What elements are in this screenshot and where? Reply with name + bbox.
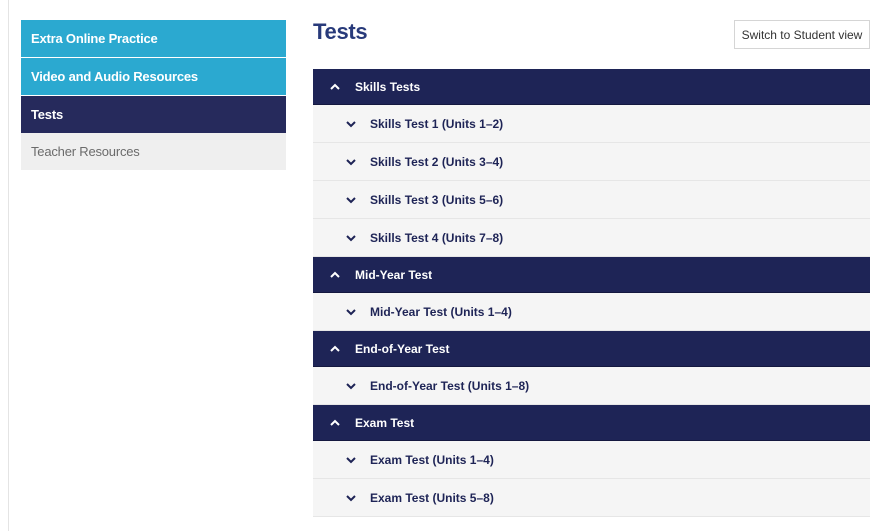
section-header-skills-tests[interactable]: Skills Tests	[313, 69, 870, 105]
section-label: End-of-Year Test	[355, 341, 450, 356]
sidebar-item-label: Teacher Resources	[31, 144, 140, 159]
section-label: Exam Test	[355, 415, 415, 430]
sidebar-item-tests[interactable]: Tests	[21, 96, 286, 133]
list-item[interactable]: End-of-Year Test (Units 1–8)	[313, 367, 870, 405]
sidebar: Extra Online Practice Video and Audio Re…	[21, 20, 286, 170]
section-label: Mid-Year Test	[355, 267, 433, 282]
tests-accordion: Skills Tests Skills Test 1 (Units 1–2) S…	[313, 69, 870, 517]
chevron-up-icon	[330, 83, 340, 90]
chevron-down-icon	[346, 234, 356, 241]
chevron-up-icon	[330, 271, 340, 278]
chevron-down-icon	[346, 158, 356, 165]
switch-to-student-view-button[interactable]: Switch to Student view	[734, 20, 870, 49]
item-label: Skills Test 1 (Units 1–2)	[370, 116, 504, 131]
item-label: Exam Test (Units 1–4)	[370, 452, 494, 467]
chevron-down-icon	[346, 382, 356, 389]
chevron-up-icon	[330, 419, 340, 426]
chevron-down-icon	[346, 456, 356, 463]
sidebar-item-teacher-resources[interactable]: Teacher Resources	[21, 133, 286, 170]
item-label: Skills Test 4 (Units 7–8)	[370, 230, 504, 245]
list-item[interactable]: Exam Test (Units 1–4)	[313, 441, 870, 479]
sidebar-item-video-audio-resources[interactable]: Video and Audio Resources	[21, 58, 286, 95]
section-header-mid-year-test[interactable]: Mid-Year Test	[313, 257, 870, 293]
section-header-exam-test[interactable]: Exam Test	[313, 405, 870, 441]
chevron-down-icon	[346, 308, 356, 315]
chevron-down-icon	[346, 120, 356, 127]
section-label: Skills Tests	[355, 79, 421, 94]
list-item[interactable]: Mid-Year Test (Units 1–4)	[313, 293, 870, 331]
chevron-down-icon	[346, 494, 356, 501]
list-item[interactable]: Skills Test 3 (Units 5–6)	[313, 181, 870, 219]
chevron-up-icon	[330, 345, 340, 352]
sidebar-item-label: Tests	[31, 107, 63, 122]
list-item[interactable]: Skills Test 4 (Units 7–8)	[313, 219, 870, 257]
sidebar-item-label: Extra Online Practice	[31, 31, 158, 46]
list-item[interactable]: Skills Test 2 (Units 3–4)	[313, 143, 870, 181]
switch-button-label: Switch to Student view	[741, 27, 863, 42]
list-item[interactable]: Skills Test 1 (Units 1–2)	[313, 105, 870, 143]
chevron-down-icon	[346, 196, 356, 203]
item-label: Mid-Year Test (Units 1–4)	[370, 304, 512, 319]
sidebar-item-extra-online-practice[interactable]: Extra Online Practice	[21, 20, 286, 57]
item-label: Skills Test 3 (Units 5–6)	[370, 192, 504, 207]
item-label: End-of-Year Test (Units 1–8)	[370, 378, 530, 393]
section-header-end-of-year-test[interactable]: End-of-Year Test	[313, 331, 870, 367]
left-frame-border	[0, 0, 9, 531]
item-label: Exam Test (Units 5–8)	[370, 490, 494, 505]
list-item[interactable]: Exam Test (Units 5–8)	[313, 479, 870, 517]
page-title: Tests	[313, 19, 368, 44]
sidebar-item-label: Video and Audio Resources	[31, 69, 198, 84]
item-label: Skills Test 2 (Units 3–4)	[370, 154, 504, 169]
